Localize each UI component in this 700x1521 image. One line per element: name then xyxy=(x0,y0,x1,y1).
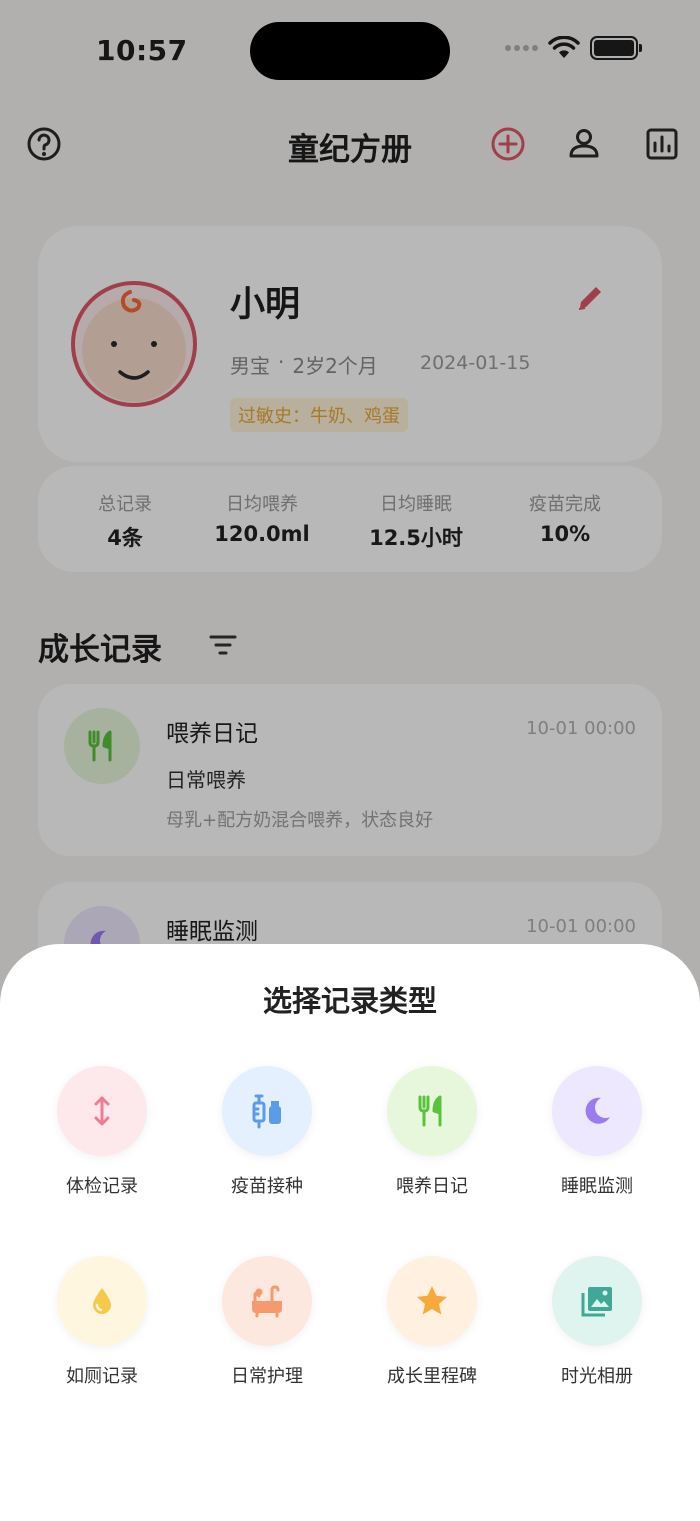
type-icon-circle xyxy=(57,1256,147,1346)
type-option-toilet[interactable]: 如厕记录 xyxy=(27,1256,177,1388)
type-option-sleep[interactable]: 睡眠监测 xyxy=(522,1066,672,1198)
type-option-milestone[interactable]: 成长里程碑 xyxy=(357,1256,507,1388)
sheet-title: 选择记录类型 xyxy=(262,984,437,1018)
type-option-photo-album[interactable]: 时光相册 xyxy=(522,1256,672,1388)
type-label: 疫苗接种 xyxy=(231,1176,303,1197)
type-label: 时光相册 xyxy=(561,1366,633,1387)
vaccine-icon xyxy=(252,1094,281,1129)
type-label: 成长里程碑 xyxy=(387,1366,477,1387)
type-label: 体检记录 xyxy=(66,1176,138,1197)
fork-knife-icon xyxy=(418,1095,442,1127)
star-icon xyxy=(417,1286,447,1315)
type-icon-circle xyxy=(57,1066,147,1156)
type-icon-circle xyxy=(222,1256,312,1346)
type-label: 喂养日记 xyxy=(396,1176,468,1197)
type-icon-circle xyxy=(552,1066,642,1156)
type-icon-circle xyxy=(552,1256,642,1346)
type-label: 日常护理 xyxy=(231,1366,303,1387)
moon-icon xyxy=(585,1097,610,1124)
type-icon-circle xyxy=(387,1256,477,1346)
type-label: 睡眠监测 xyxy=(561,1176,633,1197)
type-label: 如厕记录 xyxy=(66,1366,138,1387)
bathtub-icon xyxy=(252,1285,282,1318)
droplet-icon xyxy=(93,1288,111,1314)
type-option-feeding[interactable]: 喂养日记 xyxy=(357,1066,507,1198)
height-arrow-icon xyxy=(94,1096,110,1126)
type-icon-circle xyxy=(222,1066,312,1156)
type-option-daily-care[interactable]: 日常护理 xyxy=(192,1256,342,1388)
type-icon-circle xyxy=(387,1066,477,1156)
record-type-sheet: 选择记录类型 体检记录 疫苗接种 喂养日记 睡眠监测 如厕记录 日常护理 成长里… xyxy=(0,944,700,1521)
photo-album-icon xyxy=(581,1287,612,1317)
type-option-vaccine[interactable]: 疫苗接种 xyxy=(192,1066,342,1198)
type-option-checkup[interactable]: 体检记录 xyxy=(27,1066,177,1198)
